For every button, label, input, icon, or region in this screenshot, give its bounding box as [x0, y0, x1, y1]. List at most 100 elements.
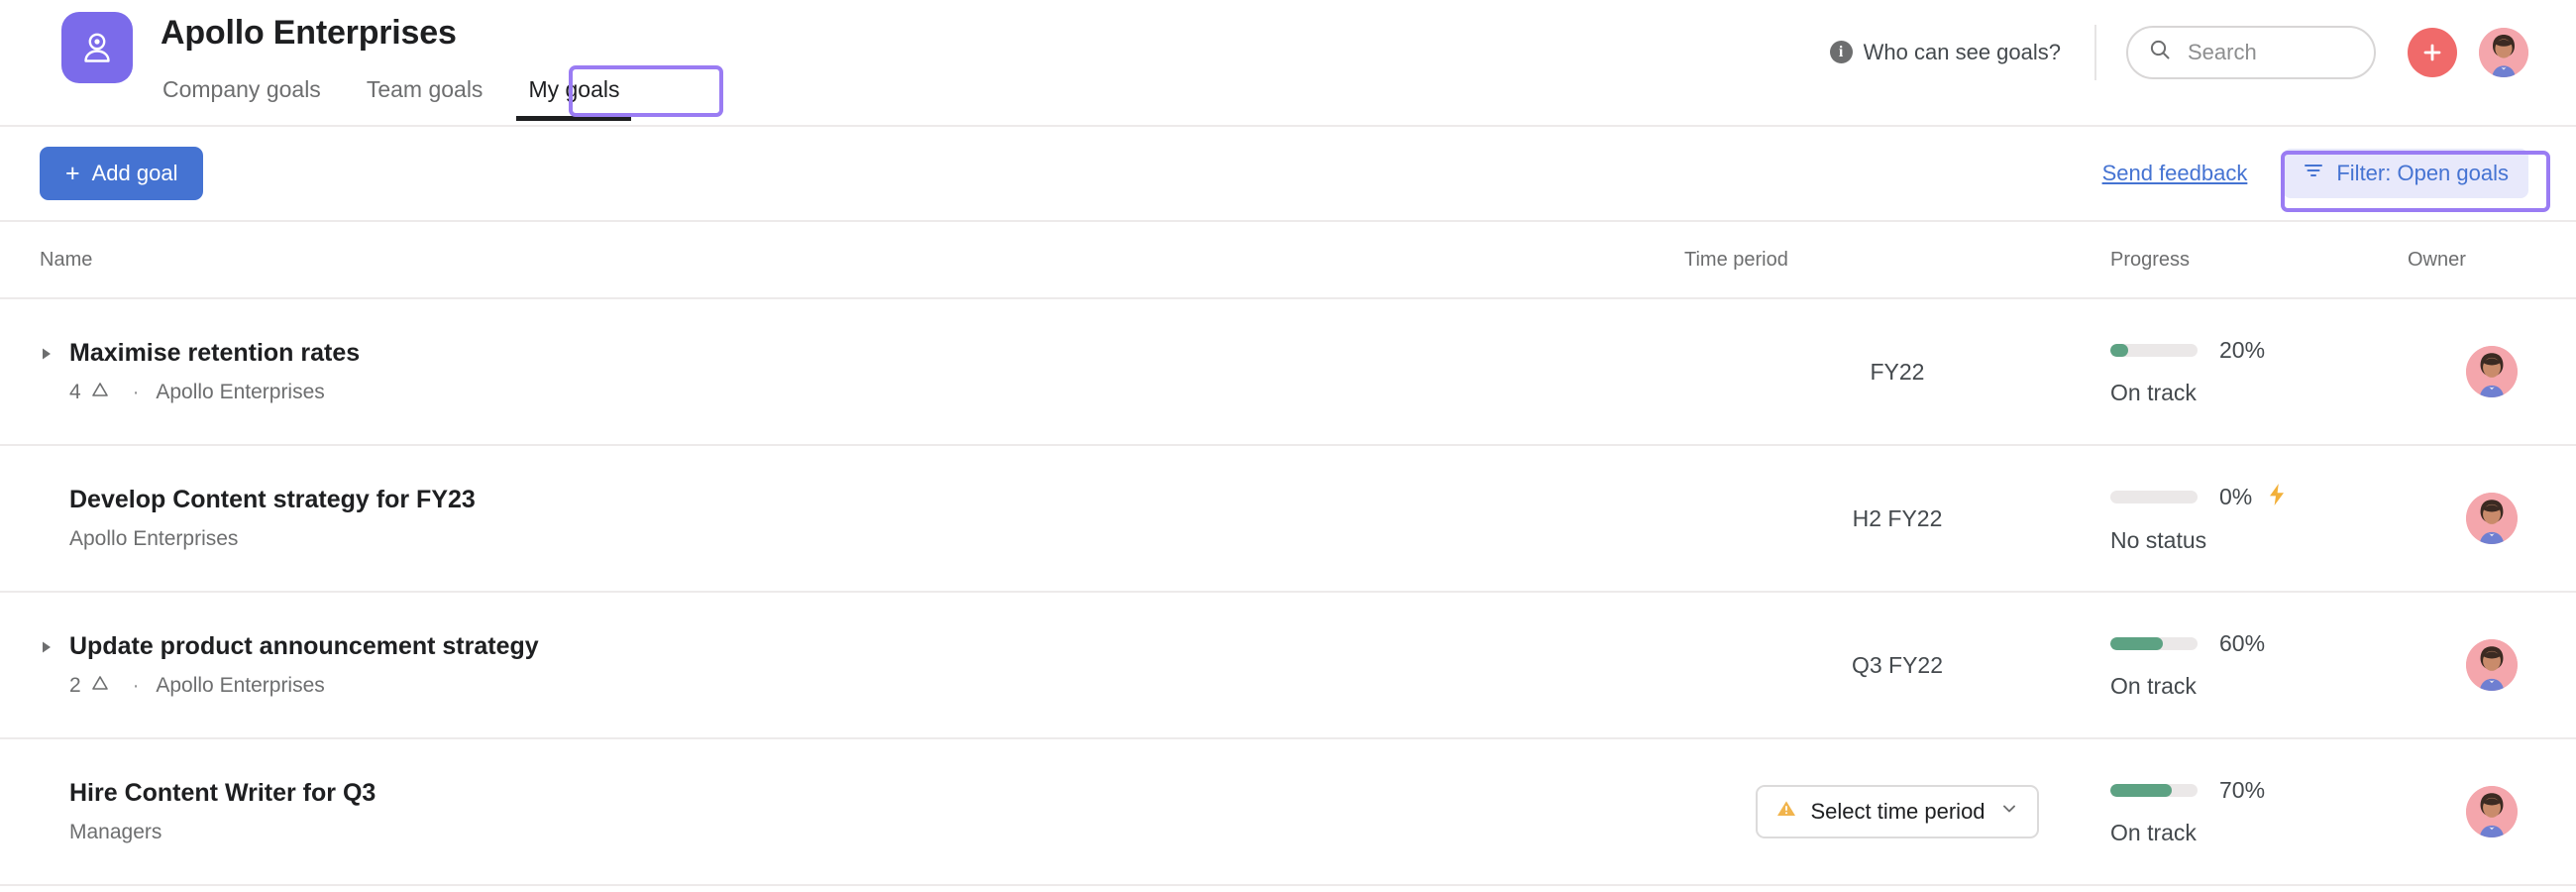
avatar[interactable]	[2466, 346, 2518, 397]
goal-title[interactable]: Maximise retention rates	[69, 338, 360, 368]
goal-title[interactable]: Develop Content strategy for FY23	[69, 485, 476, 514]
filter-label: Filter: Open goals	[2336, 161, 2509, 185]
goal-name-cell: Develop Content strategy for FY23 Apollo…	[0, 485, 1684, 552]
warning-triangle-icon	[1775, 798, 1797, 826]
progress-bar	[2110, 491, 2198, 503]
progress-top: 20%	[2110, 337, 2408, 364]
goal-subtitle: Managers	[69, 820, 376, 845]
active-tab-underline	[516, 116, 632, 121]
avatar[interactable]	[2466, 786, 2518, 837]
goal-name-block: Hire Content Writer for Q3 Managers	[69, 778, 376, 845]
who-can-see-goals-link[interactable]: i Who can see goals?	[1829, 39, 2061, 65]
chevron-down-icon	[1999, 799, 2019, 825]
progress-cell: 20% On track	[2110, 337, 2408, 406]
avatar[interactable]	[2479, 27, 2528, 77]
search-input[interactable]: Search	[2126, 25, 2376, 79]
table-row[interactable]: Develop Content strategy for FY23 Apollo…	[0, 446, 2576, 593]
progress-bar	[2110, 784, 2198, 797]
progress-bar-fill	[2110, 637, 2163, 650]
goal-name-block: Develop Content strategy for FY23 Apollo…	[69, 485, 476, 552]
progress-cell: 70% On track	[2110, 777, 2408, 846]
time-period-cell: Select time period	[1684, 785, 2110, 838]
time-period-cell: H2 FY22	[1684, 505, 2110, 532]
app-header: Apollo Enterprises Company goals Team go…	[0, 0, 2576, 127]
owner-cell	[2408, 786, 2576, 837]
column-header-name: Name	[40, 248, 93, 271]
column-header-progress: Progress	[2110, 248, 2191, 271]
avatar[interactable]	[2466, 639, 2518, 691]
goal-team: Apollo Enterprises	[156, 674, 325, 697]
subgoal-count: 2	[69, 673, 110, 700]
filter-button[interactable]: Filter: Open goals	[2283, 149, 2528, 198]
table-header-row: Name Time period Progress Owner	[0, 222, 2576, 299]
progress-bar	[2110, 344, 2198, 357]
add-quick-button[interactable]	[2408, 27, 2457, 77]
filter-icon	[2303, 160, 2324, 187]
separator-dot: ·	[132, 382, 140, 403]
progress-top: 70%	[2110, 777, 2408, 804]
plus-icon	[2423, 44, 2441, 60]
progress-percent: 60%	[2219, 630, 2266, 656]
goal-name-cell: Update product announcement strategy 2 ·…	[0, 631, 1684, 700]
table-row[interactable]: Maximise retention rates 4 · Apollo Ente…	[0, 299, 2576, 446]
tab-label: My goals	[528, 76, 620, 102]
time-period-value: H2 FY22	[1852, 504, 1943, 531]
progress-top: 60%	[2110, 630, 2408, 657]
disclosure-triangle-icon[interactable]	[40, 338, 61, 367]
goal-subtitle: 4 · Apollo Enterprises	[69, 380, 360, 406]
search-icon	[2148, 38, 2172, 66]
table-row[interactable]: Update product announcement strategy 2 ·…	[0, 593, 2576, 739]
progress-percent: 0%	[2219, 484, 2253, 509]
goal-title[interactable]: Hire Content Writer for Q3	[69, 778, 376, 808]
tab-label: Team goals	[366, 76, 483, 102]
tab-label: Company goals	[162, 76, 321, 102]
send-feedback-link[interactable]: Send feedback	[2102, 161, 2248, 186]
progress-bar	[2110, 637, 2198, 650]
time-period-value: Q3 FY22	[1851, 651, 1944, 678]
owner-cell	[2408, 346, 2576, 397]
goal-title[interactable]: Update product announcement strategy	[69, 631, 539, 661]
owner-cell	[2408, 639, 2576, 691]
progress-bar-fill	[2110, 344, 2128, 357]
status-badge: No status	[2110, 527, 2207, 553]
who-can-see-goals-label: Who can see goals?	[1863, 39, 2061, 64]
lightning-bolt-icon	[2266, 483, 2288, 511]
time-period-select[interactable]: Select time period	[1756, 785, 2039, 838]
subgoal-triangle-icon	[90, 380, 110, 406]
goal-name-cell: Maximise retention rates 4 · Apollo Ente…	[0, 338, 1684, 406]
disclosure-triangle-icon[interactable]	[40, 631, 61, 660]
add-goal-button[interactable]: + Add goal	[40, 147, 204, 200]
progress-top: 0%	[2110, 483, 2408, 511]
tab-company-goals[interactable]: Company goals	[161, 69, 323, 109]
status-badge: On track	[2110, 820, 2197, 845]
progress-percent: 70%	[2219, 777, 2266, 803]
time-period-cell: Q3 FY22	[1684, 652, 2110, 679]
disclosure-placeholder	[40, 778, 61, 786]
page-title: Apollo Enterprises	[161, 14, 457, 52]
brand-text: Apollo Enterprises Company goals Team go…	[161, 12, 663, 121]
time-period-cell: FY22	[1684, 359, 2110, 386]
tab-my-goals[interactable]: My goals	[516, 69, 632, 121]
progress-cell: 0% No status	[2110, 483, 2408, 554]
column-header-time-period: Time period	[1684, 248, 1788, 271]
header-divider	[2094, 24, 2096, 80]
disclosure-placeholder	[40, 485, 61, 493]
add-goal-label: Add goal	[91, 161, 178, 185]
toolbar-right: Send feedback Filter: Open goals	[2102, 149, 2528, 198]
toolbar: + Add goal Send feedback Filter: Open go…	[0, 127, 2576, 222]
header-actions: i Who can see goals? Search	[1829, 0, 2576, 104]
table-row[interactable]: Hire Content Writer for Q3 Managers Sele…	[0, 739, 2576, 886]
progress-bar-fill	[2110, 784, 2172, 797]
goal-team: Apollo Enterprises	[69, 527, 239, 550]
person-target-icon	[61, 12, 133, 83]
avatar[interactable]	[2466, 493, 2518, 544]
time-period-value: FY22	[1870, 358, 1925, 385]
progress-cell: 60% On track	[2110, 630, 2408, 700]
progress-percent: 20%	[2219, 337, 2266, 363]
subgoal-count: 4	[69, 380, 110, 406]
status-badge: On track	[2110, 380, 2197, 405]
tab-team-goals[interactable]: Team goals	[365, 69, 485, 109]
info-icon: i	[1829, 41, 1853, 63]
column-header-owner: Owner	[2408, 248, 2466, 271]
goal-subtitle: 2 · Apollo Enterprises	[69, 673, 539, 700]
